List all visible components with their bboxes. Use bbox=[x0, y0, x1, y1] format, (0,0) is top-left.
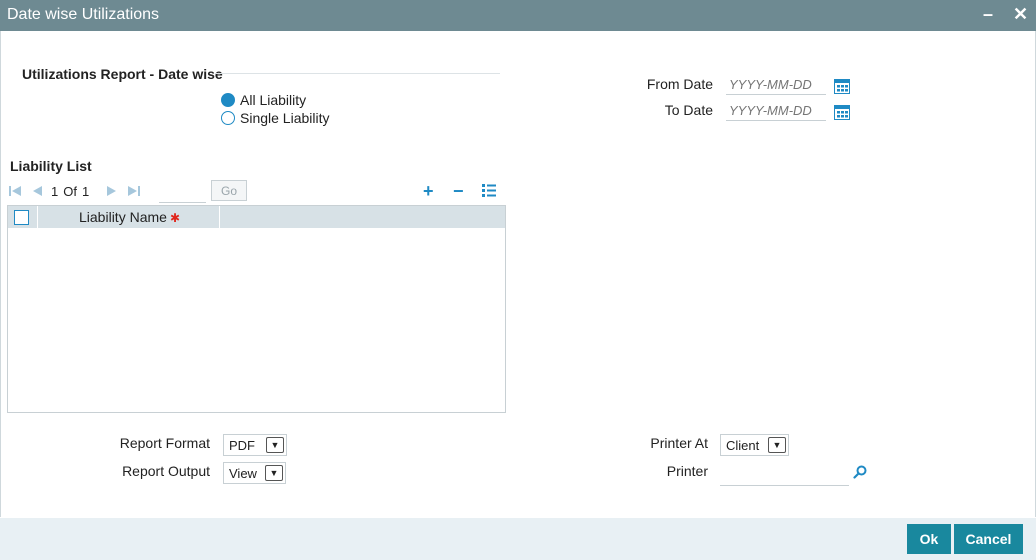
section-divider bbox=[215, 73, 500, 74]
to-date-input[interactable] bbox=[726, 101, 826, 121]
page-total: 1 bbox=[81, 183, 90, 199]
radio-label: All Liability bbox=[240, 92, 307, 108]
radio-label: Single Liability bbox=[240, 110, 330, 126]
column-header-label: Liability Name bbox=[79, 209, 167, 225]
minimize-icon[interactable]: – bbox=[983, 4, 993, 24]
section-title: Utilizations Report - Date wise bbox=[22, 66, 223, 82]
calendar-icon[interactable] bbox=[834, 105, 850, 120]
ok-button[interactable]: Ok bbox=[907, 524, 951, 554]
from-date-label: From Date bbox=[646, 76, 713, 92]
liability-grid: Liability Name ✱ bbox=[7, 205, 506, 413]
grid-header: Liability Name ✱ bbox=[8, 206, 505, 228]
pagination: 1 Of 1 bbox=[9, 181, 89, 201]
search-icon[interactable] bbox=[853, 465, 867, 479]
first-page-icon[interactable] bbox=[9, 185, 21, 197]
delete-row-icon[interactable]: − bbox=[453, 181, 464, 201]
chevron-down-icon[interactable]: ▼ bbox=[768, 437, 786, 453]
printer-input[interactable] bbox=[720, 463, 849, 486]
previous-page-icon[interactable] bbox=[31, 185, 43, 197]
column-header-liability-name[interactable]: Liability Name ✱ bbox=[79, 209, 180, 225]
last-page-icon[interactable] bbox=[128, 185, 140, 197]
column-divider bbox=[37, 206, 38, 228]
report-format-label: Report Format bbox=[119, 435, 210, 451]
liability-list-title: Liability List bbox=[10, 158, 92, 174]
close-icon[interactable]: ✕ bbox=[1013, 4, 1028, 24]
cancel-button[interactable]: Cancel bbox=[954, 524, 1023, 554]
column-divider bbox=[219, 206, 220, 228]
to-date-label: To Date bbox=[664, 102, 713, 118]
calendar-icon[interactable] bbox=[834, 79, 850, 94]
radio-button-selected[interactable] bbox=[221, 93, 235, 107]
page-of: Of bbox=[63, 183, 77, 199]
title-bar: Date wise Utilizations – ✕ bbox=[0, 0, 1036, 31]
list-view-icon[interactable] bbox=[482, 184, 496, 197]
page-current: 1 bbox=[51, 183, 59, 199]
report-output-select[interactable]: View ▼ bbox=[223, 462, 286, 484]
radio-single-liability[interactable]: Single Liability bbox=[221, 110, 330, 126]
printer-at-label: Printer At bbox=[650, 435, 708, 451]
go-button[interactable]: Go bbox=[211, 180, 247, 201]
add-row-icon[interactable]: + bbox=[423, 181, 434, 201]
chevron-down-icon[interactable]: ▼ bbox=[266, 437, 284, 453]
page-number-input[interactable] bbox=[159, 180, 206, 203]
window-title: Date wise Utilizations bbox=[7, 6, 160, 23]
select-value: Client bbox=[726, 437, 760, 453]
select-value: PDF bbox=[229, 437, 255, 453]
report-output-label: Report Output bbox=[122, 463, 210, 479]
from-date-input[interactable] bbox=[726, 75, 826, 95]
chevron-down-icon[interactable]: ▼ bbox=[265, 465, 283, 481]
radio-all-liability[interactable]: All Liability bbox=[221, 92, 306, 108]
report-format-select[interactable]: PDF ▼ bbox=[223, 434, 287, 456]
select-value: View bbox=[229, 465, 257, 481]
next-page-icon[interactable] bbox=[106, 185, 118, 197]
required-icon: ✱ bbox=[169, 211, 180, 225]
printer-label: Printer bbox=[666, 463, 708, 479]
radio-button[interactable] bbox=[221, 111, 235, 125]
select-all-checkbox[interactable] bbox=[14, 210, 29, 225]
footer-bar bbox=[0, 518, 1036, 560]
printer-at-select[interactable]: Client ▼ bbox=[720, 434, 789, 456]
